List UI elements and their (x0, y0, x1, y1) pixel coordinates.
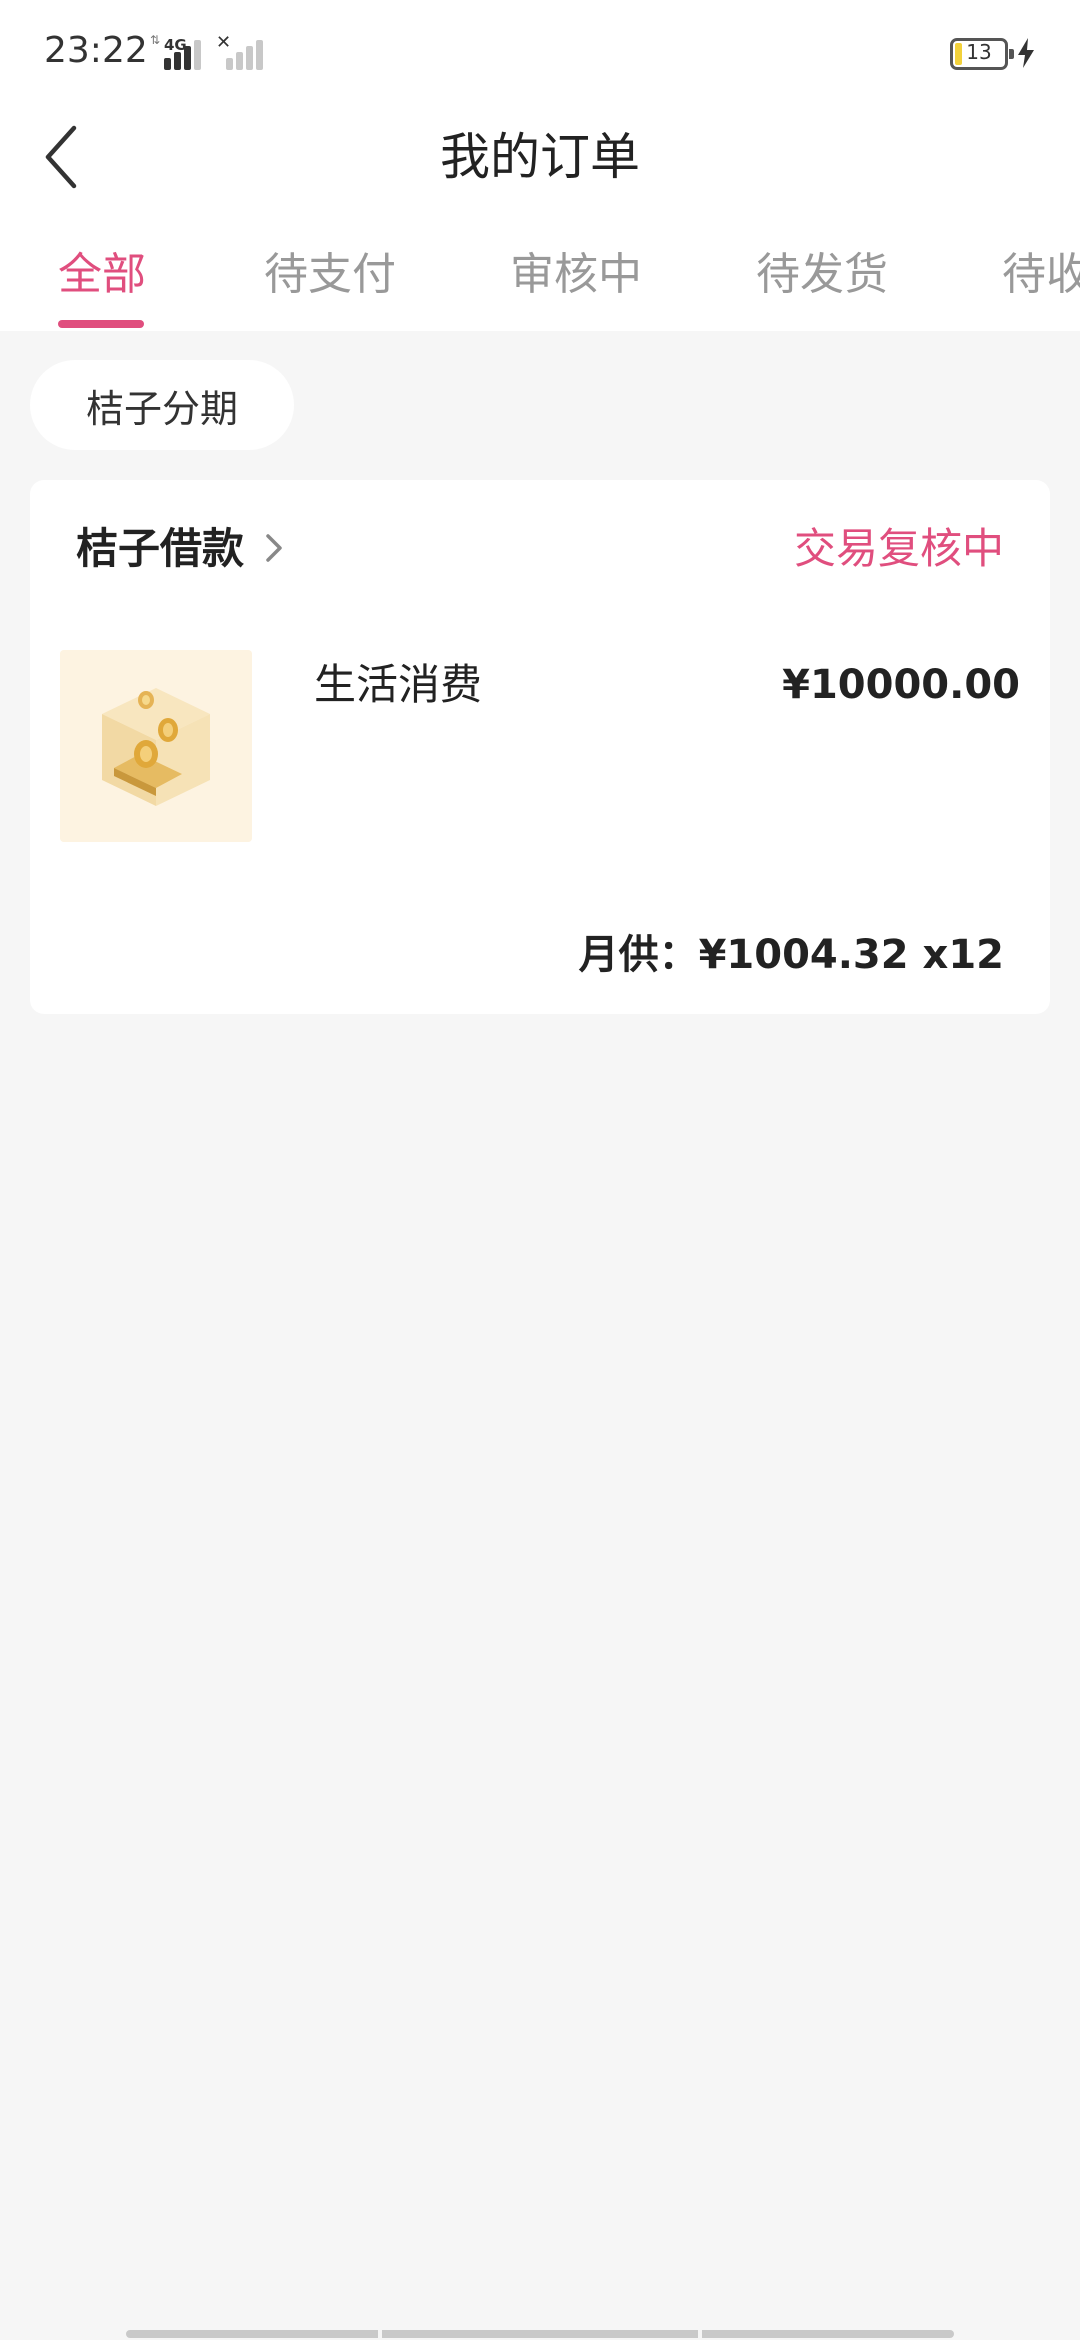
order-card[interactable]: 桔子借款 交易复核中 生活消费 ¥10000.00 月供：¥1004.32 x1… (30, 480, 1050, 1014)
charging-icon (1018, 38, 1034, 68)
tab-under-review[interactable]: 审核中 (510, 245, 642, 305)
tab-all[interactable]: 全部 (58, 245, 146, 305)
signal-4g-icon (148, 36, 204, 70)
order-status: 交易复核中 (793, 524, 1004, 573)
chevron-right-icon[interactable] (262, 528, 286, 568)
status-bar: 23:22 ⇅ 4G ✕ 13 (0, 0, 1080, 100)
gold-coin-box-icon (60, 650, 252, 842)
page-header: 我的订单 (0, 100, 1080, 215)
gesture-navigation-bar[interactable] (126, 2330, 954, 2338)
active-tab-indicator (58, 320, 144, 328)
product-name: 生活消费 (314, 660, 483, 709)
product-thumbnail (60, 650, 252, 842)
product-price: ¥10000.00 (782, 662, 1020, 708)
tab-pending-receipt[interactable]: 待收 (1002, 245, 1080, 305)
monthly-installment: 月供：¥1004.32 x12 (578, 932, 1004, 978)
order-tabs: 全部 待支付 审核中 待发货 待收 (0, 215, 1080, 331)
tab-pending-shipment[interactable]: 待发货 (756, 245, 888, 305)
signal-no-sim-icon (216, 36, 266, 70)
status-time: 23:22 (44, 30, 148, 71)
tab-pending-payment[interactable]: 待支付 (264, 245, 396, 305)
filter-chip[interactable]: 桔子分期 (30, 360, 294, 450)
battery-level: 13 (966, 40, 992, 64)
merchant-name[interactable]: 桔子借款 (76, 514, 244, 584)
top-area: 23:22 ⇅ 4G ✕ 13 我的订单 全部 待支付 审核中 待发货 待收 (0, 0, 1080, 331)
battery-icon: 13 (950, 38, 1014, 70)
page-title: 我的订单 (440, 128, 640, 186)
